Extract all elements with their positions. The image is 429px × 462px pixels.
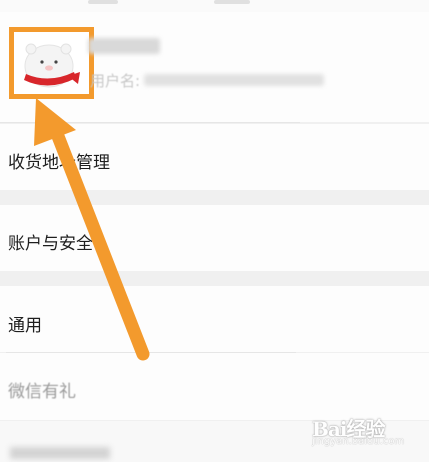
watermark-url: jingyan.baidu.com (312, 436, 405, 447)
avatar[interactable] (9, 27, 94, 99)
menu-item-label: 通用 (8, 316, 42, 336)
username-value-blurred (144, 74, 325, 86)
blurred-text (10, 447, 110, 459)
top-strip (0, 0, 429, 12)
blurred-tab (88, 0, 118, 4)
menu-item-address[interactable]: 收货地址管理 (0, 124, 429, 190)
settings-page: 用户名: 收货地址管理 账户与安全 通用 微信有礼 Bai经验 jingyan.… (0, 0, 429, 462)
username-label: 用户名: (90, 71, 141, 90)
menu-item-label: 收货地址管理 (8, 153, 110, 173)
username-row: 用户名: (90, 70, 325, 90)
menu-item-label: 微信有礼 (8, 382, 76, 402)
blurred-tab (214, 0, 250, 4)
bear-avatar-icon (24, 43, 80, 88)
profile-header[interactable]: 用户名: (0, 0, 429, 122)
menu-item-wechat-gift[interactable]: 微信有礼 (0, 353, 429, 420)
menu-item-account-security[interactable]: 账户与安全 (0, 205, 429, 271)
menu-item-general[interactable]: 通用 (0, 286, 429, 352)
menu-item-label: 账户与安全 (8, 234, 93, 254)
divider (0, 122, 300, 123)
baidu-watermark: Bai经验 jingyan.baidu.com (312, 413, 404, 447)
nickname-blurred (88, 38, 160, 54)
